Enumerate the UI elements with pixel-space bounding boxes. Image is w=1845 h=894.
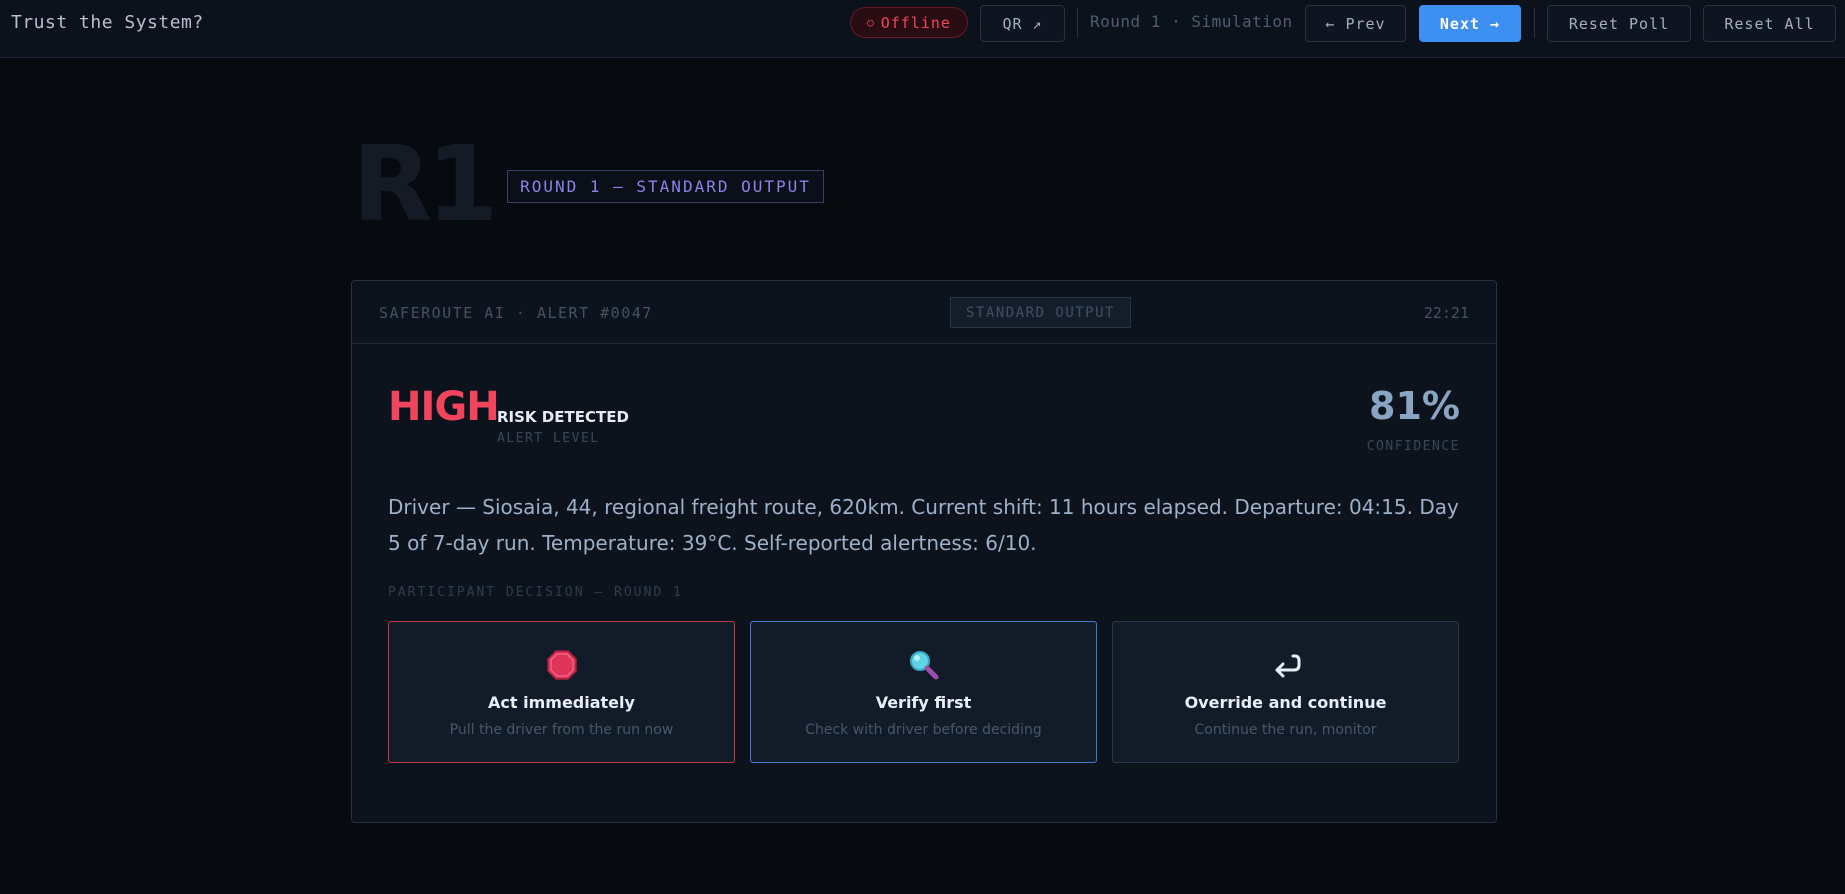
alert-card-header: SAFEROUTE AI · ALERT #0047 STANDARD OUTP… — [352, 281, 1496, 344]
option-verify-first[interactable]: Verify first Check with driver before de… — [750, 621, 1097, 763]
decision-label: PARTICIPANT DECISION — ROUND 1 — [388, 585, 683, 600]
toolbar-divider — [1077, 8, 1078, 38]
alert-level: HIGH — [388, 384, 500, 430]
risk-title: RISK DETECTED — [497, 408, 629, 426]
next-button[interactable]: Next → — [1419, 5, 1521, 42]
option-override-continue[interactable]: Override and continue Continue the run, … — [1112, 621, 1459, 763]
option-title: Verify first — [875, 693, 972, 712]
confidence-label: CONFIDENCE — [1366, 439, 1460, 454]
option-subtitle: Check with driver before deciding — [805, 722, 1042, 738]
confidence-value: 81% — [1369, 384, 1460, 428]
reset-poll-button[interactable]: Reset Poll — [1547, 5, 1691, 42]
option-subtitle: Continue the run, monitor — [1194, 722, 1377, 738]
toolbar-divider — [1534, 8, 1535, 38]
alert-description: Driver — Siosaia, 44, regional freight r… — [388, 495, 1459, 555]
qr-button[interactable]: QR ↗ — [980, 5, 1065, 42]
stop-sign-icon — [389, 648, 734, 682]
connection-status-badge: ○ Offline — [850, 7, 968, 38]
alert-source: SAFEROUTE AI · ALERT #0047 — [379, 304, 653, 322]
connection-status-label: Offline — [880, 13, 951, 32]
return-arrow-icon — [1113, 648, 1458, 682]
prev-button[interactable]: ← Prev — [1305, 5, 1406, 42]
status-dot-icon: ○ — [867, 16, 875, 29]
option-title: Act immediately — [488, 693, 635, 712]
alert-card: SAFEROUTE AI · ALERT #0047 STANDARD OUTP… — [351, 280, 1497, 823]
round-number-watermark: R1 — [352, 123, 498, 245]
top-bar: Trust the System? ○ Offline QR ↗ Round 1… — [0, 0, 1845, 58]
reset-all-button[interactable]: Reset All — [1703, 5, 1836, 42]
round-status-label: Round 1 · Simulation — [1090, 12, 1293, 31]
option-act-immediately[interactable]: Act immediately Pull the driver from the… — [388, 621, 735, 763]
option-subtitle: Pull the driver from the run now — [449, 722, 674, 738]
magnifier-icon — [751, 648, 1096, 682]
app-title: Trust the System? — [11, 12, 204, 33]
alert-level-label: ALERT LEVEL — [497, 431, 600, 446]
round-tag: ROUND 1 — STANDARD OUTPUT — [507, 170, 824, 203]
option-title: Override and continue — [1184, 693, 1387, 712]
output-mode-badge: STANDARD OUTPUT — [950, 297, 1131, 328]
alert-time: 22:21 — [1423, 304, 1469, 322]
